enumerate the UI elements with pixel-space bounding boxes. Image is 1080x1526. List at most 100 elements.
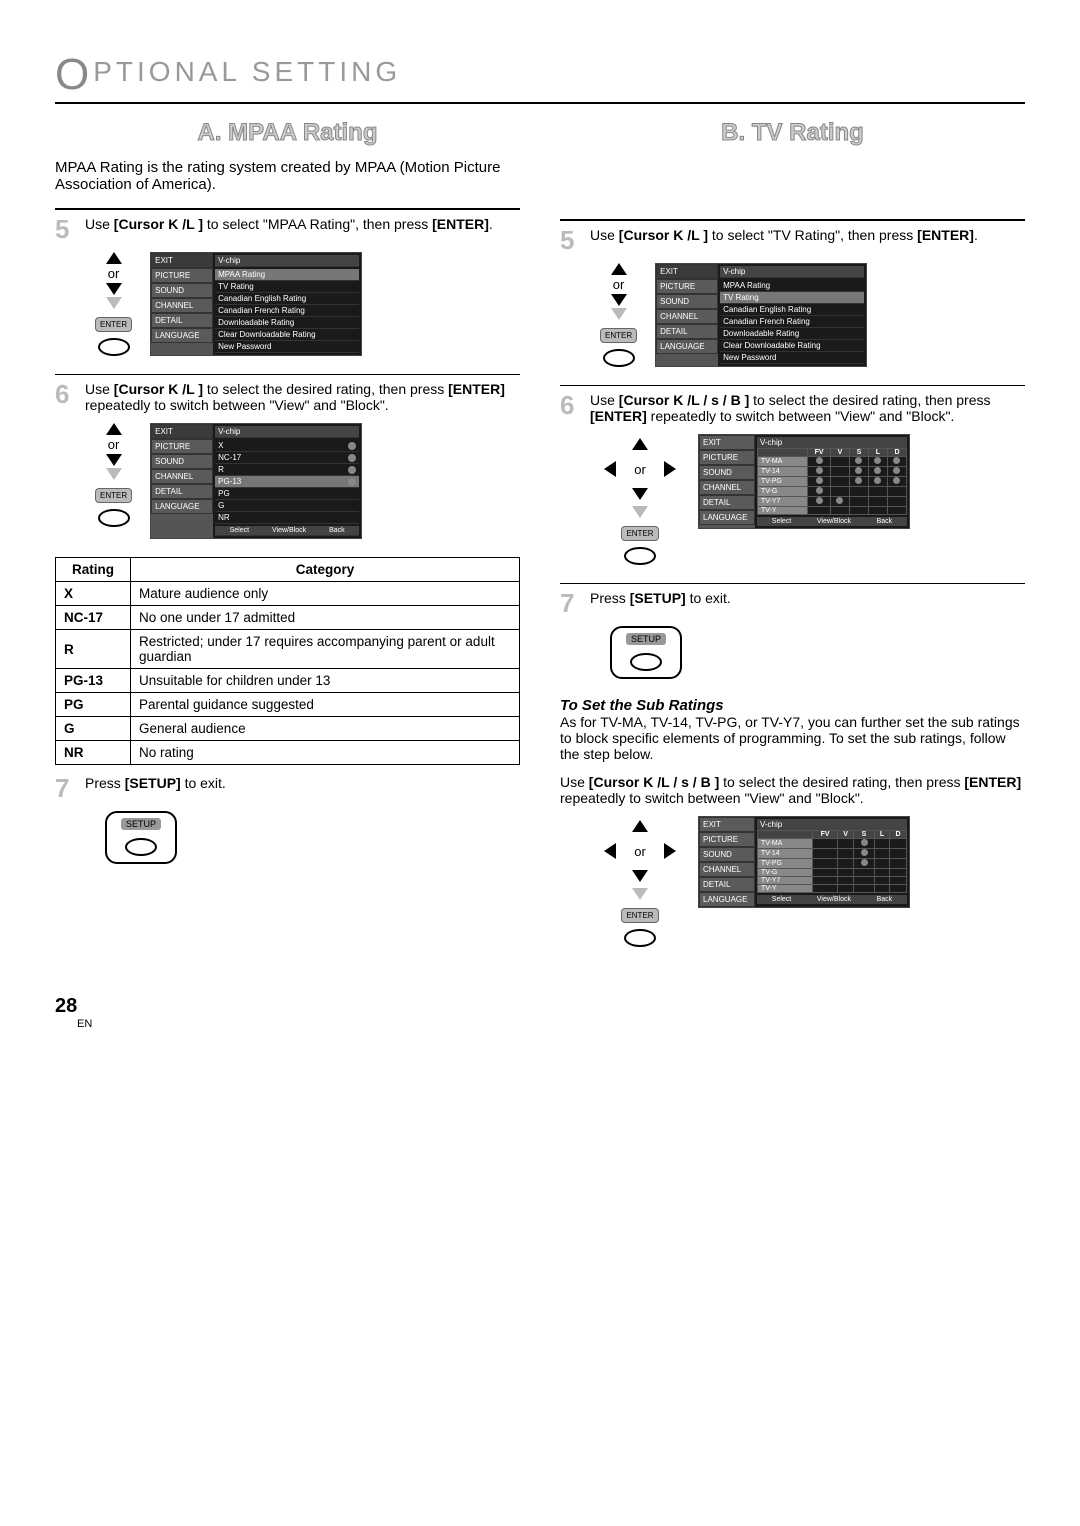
oval-button-icon[interactable] bbox=[98, 509, 130, 527]
oval-button-icon[interactable] bbox=[98, 338, 130, 356]
enter-button[interactable]: ENTER bbox=[621, 526, 658, 541]
lock-icon[interactable] bbox=[816, 457, 823, 464]
lock-icon[interactable] bbox=[816, 487, 823, 494]
lock-icon[interactable] bbox=[855, 467, 862, 474]
arrow-down-icon bbox=[611, 294, 627, 306]
lock-icon[interactable] bbox=[855, 457, 862, 464]
osd-tab-picture[interactable]: PICTURE bbox=[151, 268, 213, 283]
osd-tab-sound[interactable]: SOUND bbox=[151, 454, 213, 469]
osd-item[interactable]: MPAA Rating bbox=[215, 269, 359, 281]
osd-item[interactable]: G bbox=[218, 501, 224, 510]
osd-tab-detail[interactable]: DETAIL bbox=[699, 877, 755, 892]
osd-tab-detail[interactable]: DETAIL bbox=[656, 324, 718, 339]
osd-item[interactable]: Clear Downloadable Rating bbox=[215, 329, 359, 341]
lock-icon[interactable] bbox=[893, 467, 900, 474]
osd-item[interactable]: Downloadable Rating bbox=[215, 317, 359, 329]
arrow-up-icon bbox=[632, 820, 648, 832]
step-number: 7 bbox=[55, 775, 77, 801]
osd-tab-exit[interactable]: EXIT bbox=[151, 424, 213, 439]
osd-item[interactable]: R bbox=[218, 465, 224, 474]
osd-tab-exit[interactable]: EXIT bbox=[699, 435, 755, 450]
osd-menu-b3: EXIT PICTURE SOUND CHANNEL DETAIL LANGUA… bbox=[698, 816, 910, 908]
enter-button[interactable]: ENTER bbox=[621, 908, 658, 923]
osd-tab-channel[interactable]: CHANNEL bbox=[151, 298, 213, 313]
lock-icon[interactable] bbox=[816, 477, 823, 484]
osd-item[interactable]: Canadian English Rating bbox=[215, 293, 359, 305]
osd-tab-picture[interactable]: PICTURE bbox=[151, 439, 213, 454]
oval-button-icon[interactable] bbox=[624, 547, 656, 565]
osd-tab-sound[interactable]: SOUND bbox=[656, 294, 718, 309]
osd-tab-channel[interactable]: CHANNEL bbox=[699, 862, 755, 877]
osd-item[interactable]: Canadian English Rating bbox=[720, 304, 864, 316]
footer-back: Back bbox=[877, 518, 893, 525]
osd-item[interactable]: X bbox=[218, 441, 223, 450]
footer-select: Select bbox=[772, 896, 791, 903]
osd-tab-language[interactable]: LANGUAGE bbox=[151, 499, 213, 514]
osd-tab-language[interactable]: LANGUAGE bbox=[699, 892, 755, 907]
b-step7: 7 Press [SETUP] to exit. bbox=[560, 590, 1025, 616]
osd-tab-detail[interactable]: DETAIL bbox=[151, 313, 213, 328]
osd-tab-sound[interactable]: SOUND bbox=[699, 847, 755, 862]
osd-tab-sound[interactable]: SOUND bbox=[151, 283, 213, 298]
page-number: 28 bbox=[55, 995, 1025, 1018]
step-number: 5 bbox=[55, 216, 77, 242]
arrow-down-icon bbox=[106, 297, 122, 309]
lock-icon[interactable] bbox=[861, 849, 868, 856]
osd-tab-detail[interactable]: DETAIL bbox=[699, 495, 755, 510]
osd-item[interactable]: NC-17 bbox=[218, 453, 241, 462]
osd-tab-language[interactable]: LANGUAGE bbox=[656, 339, 718, 354]
lock-icon[interactable] bbox=[816, 467, 823, 474]
osd-item[interactable]: Clear Downloadable Rating bbox=[720, 340, 864, 352]
osd-item[interactable]: MPAA Rating bbox=[720, 280, 864, 292]
footer-viewblock: View/Block bbox=[817, 896, 851, 903]
sub-p2: Use [Cursor K /L / s / B ] to select the… bbox=[560, 774, 1025, 806]
osd-item[interactable]: PG bbox=[218, 489, 230, 498]
lock-icon[interactable] bbox=[855, 477, 862, 484]
osd-tab-picture[interactable]: PICTURE bbox=[699, 832, 755, 847]
osd-item[interactable]: Canadian French Rating bbox=[215, 305, 359, 317]
osd-item[interactable]: PG-13 bbox=[218, 477, 241, 486]
osd-tab-exit[interactable]: EXIT bbox=[699, 817, 755, 832]
oval-button-icon[interactable] bbox=[603, 349, 635, 367]
arrow-down-icon bbox=[632, 488, 648, 500]
lock-icon[interactable] bbox=[874, 467, 881, 474]
osd-item[interactable]: TV Rating bbox=[215, 281, 359, 293]
lock-icon[interactable] bbox=[861, 839, 868, 846]
osd-item[interactable]: Canadian French Rating bbox=[720, 316, 864, 328]
setup-button[interactable]: SETUP bbox=[105, 811, 177, 864]
osd-tab-channel[interactable]: CHANNEL bbox=[656, 309, 718, 324]
lock-icon[interactable] bbox=[836, 497, 843, 504]
osd-tab-language[interactable]: LANGUAGE bbox=[699, 510, 755, 525]
osd-tab-picture[interactable]: PICTURE bbox=[699, 450, 755, 465]
lock-icon[interactable] bbox=[874, 457, 881, 464]
lock-icon[interactable] bbox=[816, 497, 823, 504]
osd-tab-sound[interactable]: SOUND bbox=[699, 465, 755, 480]
enter-button[interactable]: ENTER bbox=[95, 317, 132, 332]
lock-icon[interactable] bbox=[861, 859, 868, 866]
osd-tab-language[interactable]: LANGUAGE bbox=[151, 328, 213, 343]
lock-icon[interactable] bbox=[893, 457, 900, 464]
osd-item[interactable]: New Password bbox=[215, 341, 359, 353]
oval-button-icon bbox=[630, 653, 662, 671]
osd-tab-exit[interactable]: EXIT bbox=[656, 264, 718, 279]
osd-item[interactable]: TV Rating bbox=[720, 292, 864, 304]
enter-button[interactable]: ENTER bbox=[95, 488, 132, 503]
osd-tab-picture[interactable]: PICTURE bbox=[656, 279, 718, 294]
lock-icon bbox=[348, 466, 356, 474]
tv-grid: FVVSLD TV-MA TV-14 TV-PG TV-G TV-Y7 TV-Y bbox=[757, 830, 907, 893]
lock-icon[interactable] bbox=[874, 477, 881, 484]
osd-tab-channel[interactable]: CHANNEL bbox=[151, 469, 213, 484]
osd-tab-exit[interactable]: EXIT bbox=[151, 253, 213, 268]
setup-button[interactable]: SETUP bbox=[610, 626, 682, 679]
osd-tab-channel[interactable]: CHANNEL bbox=[699, 480, 755, 495]
lock-icon[interactable] bbox=[893, 477, 900, 484]
osd-item[interactable]: Downloadable Rating bbox=[720, 328, 864, 340]
osd-item[interactable]: NR bbox=[218, 513, 230, 522]
enter-button[interactable]: ENTER bbox=[600, 328, 637, 343]
osd-item[interactable]: New Password bbox=[720, 352, 864, 364]
b-step5: 5 Use [Cursor K /L ] to select "TV Ratin… bbox=[560, 227, 1025, 253]
b-step6: 6 Use [Cursor K /L / s / B ] to select t… bbox=[560, 392, 1025, 424]
osd-tab-detail[interactable]: DETAIL bbox=[151, 484, 213, 499]
oval-button-icon[interactable] bbox=[624, 929, 656, 947]
step-number: 5 bbox=[560, 227, 582, 253]
